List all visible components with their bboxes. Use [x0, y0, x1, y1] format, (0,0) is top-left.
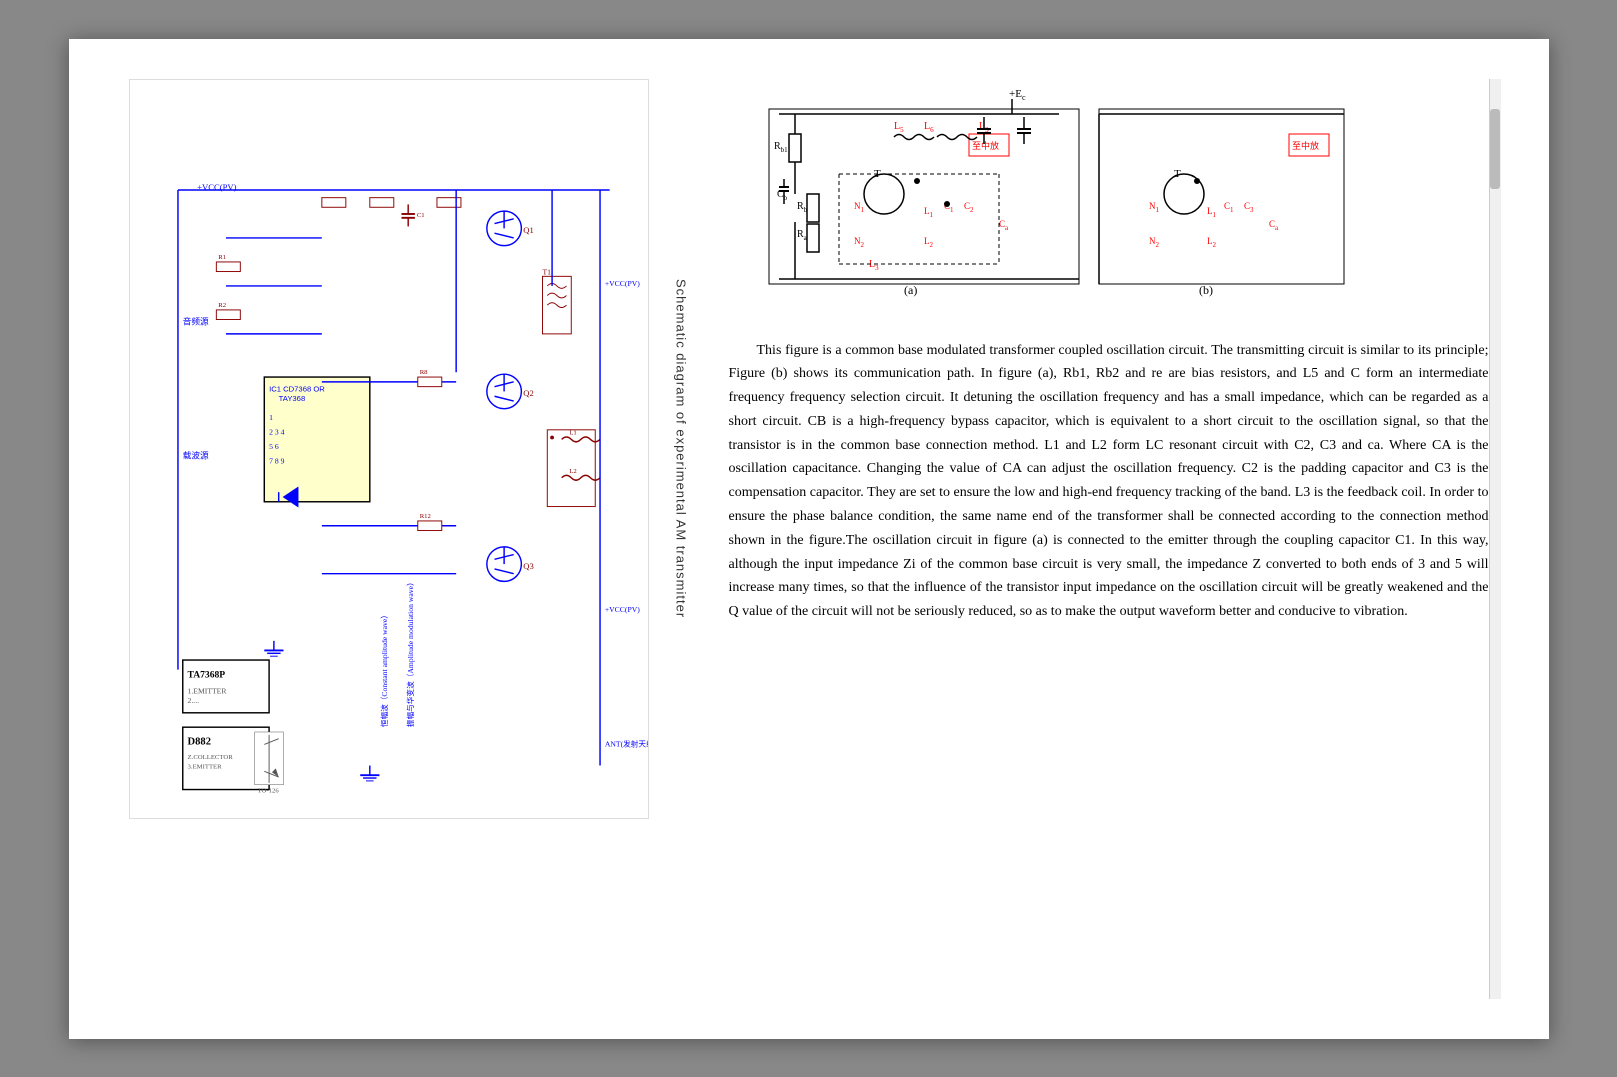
svg-text:Q3: Q3	[523, 560, 534, 570]
svg-text:7 8 9: 7 8 9	[269, 456, 284, 465]
svg-text:L2: L2	[569, 467, 576, 474]
svg-text:至中放: 至中放	[972, 140, 999, 151]
main-circuit-area: IC1 CD7368 OR TAY368 1 2 3 4 5 6 7 8 9	[129, 79, 666, 824]
top-circuit-diagrams: +Ec Rb1 L5 L6 L3 T	[729, 79, 1489, 299]
svg-text:1.EMITTER: 1.EMITTER	[187, 686, 227, 695]
top-circuit-svg: +Ec Rb1 L5 L6 L3 T	[729, 79, 1349, 299]
svg-text:+VCC(PV): +VCC(PV)	[604, 278, 639, 287]
description-paragraph: This figure is a common base modulated t…	[729, 339, 1489, 625]
svg-text:+VCC(PV): +VCC(PV)	[604, 605, 639, 614]
svg-text:IC1 CD7368 OR: IC1 CD7368 OR	[269, 384, 325, 393]
svg-text:Z.COLLECTOR: Z.COLLECTOR	[187, 753, 233, 760]
circuit-title-text: Schematic diagram of experimental AM tra…	[674, 279, 689, 618]
description-text: This figure is a common base modulated t…	[729, 339, 1489, 625]
right-panel: +Ec Rb1 L5 L6 L3 T	[729, 79, 1489, 999]
svg-text:Q1: Q1	[523, 225, 534, 235]
svg-text:TO-126: TO-126	[257, 787, 279, 794]
scrollbar[interactable]	[1489, 79, 1501, 999]
svg-text:R2: R2	[218, 302, 226, 309]
svg-text:D882: D882	[187, 736, 210, 747]
svg-text:5 6: 5 6	[269, 442, 279, 451]
svg-text:音频源: 音频源	[182, 315, 208, 326]
svg-text:(b): (b)	[1199, 283, 1213, 297]
svg-text:振幅与华变波（Amplitude modulation wa: 振幅与华变波（Amplitude modulation wave）	[404, 578, 414, 727]
svg-text:T: T	[1174, 168, 1181, 180]
svg-text:R12: R12	[419, 513, 430, 520]
svg-text:L1: L1	[569, 429, 576, 436]
svg-text:R8: R8	[419, 369, 427, 376]
svg-text:T1: T1	[542, 267, 551, 276]
svg-text:(a): (a)	[904, 283, 917, 297]
svg-text:Q2: Q2	[523, 388, 534, 398]
left-panel: IC1 CD7368 OR TAY368 1 2 3 4 5 6 7 8 9	[129, 79, 689, 999]
page-container: IC1 CD7368 OR TAY368 1 2 3 4 5 6 7 8 9	[69, 39, 1549, 1039]
svg-text:至中放: 至中放	[1292, 140, 1319, 151]
circuit-title-vertical: Schematic diagram of experimental AM tra…	[674, 79, 689, 819]
svg-text:1: 1	[269, 413, 273, 422]
svg-text:C1: C1	[416, 211, 424, 218]
svg-text:2....: 2....	[187, 696, 199, 705]
svg-text:R1: R1	[218, 254, 226, 261]
svg-text:TAY368: TAY368	[278, 394, 305, 403]
svg-text:ANT(发射天线/AERIAL): ANT(发射天线/AERIAL)	[604, 738, 648, 748]
svg-text:+VCC(PV): +VCC(PV)	[197, 182, 236, 192]
scrollbar-thumb[interactable]	[1490, 109, 1500, 189]
svg-text:TA7368P: TA7368P	[187, 669, 225, 680]
svg-text:2 3 4: 2 3 4	[269, 427, 284, 436]
main-circuit-svg: IC1 CD7368 OR TAY368 1 2 3 4 5 6 7 8 9	[129, 79, 649, 819]
svg-text:载波源: 载波源	[182, 449, 208, 460]
svg-text:恒幅波（Constant amplitude wave）: 恒幅波（Constant amplitude wave）	[379, 611, 389, 727]
svg-text:3.EMITTER: 3.EMITTER	[187, 763, 222, 770]
